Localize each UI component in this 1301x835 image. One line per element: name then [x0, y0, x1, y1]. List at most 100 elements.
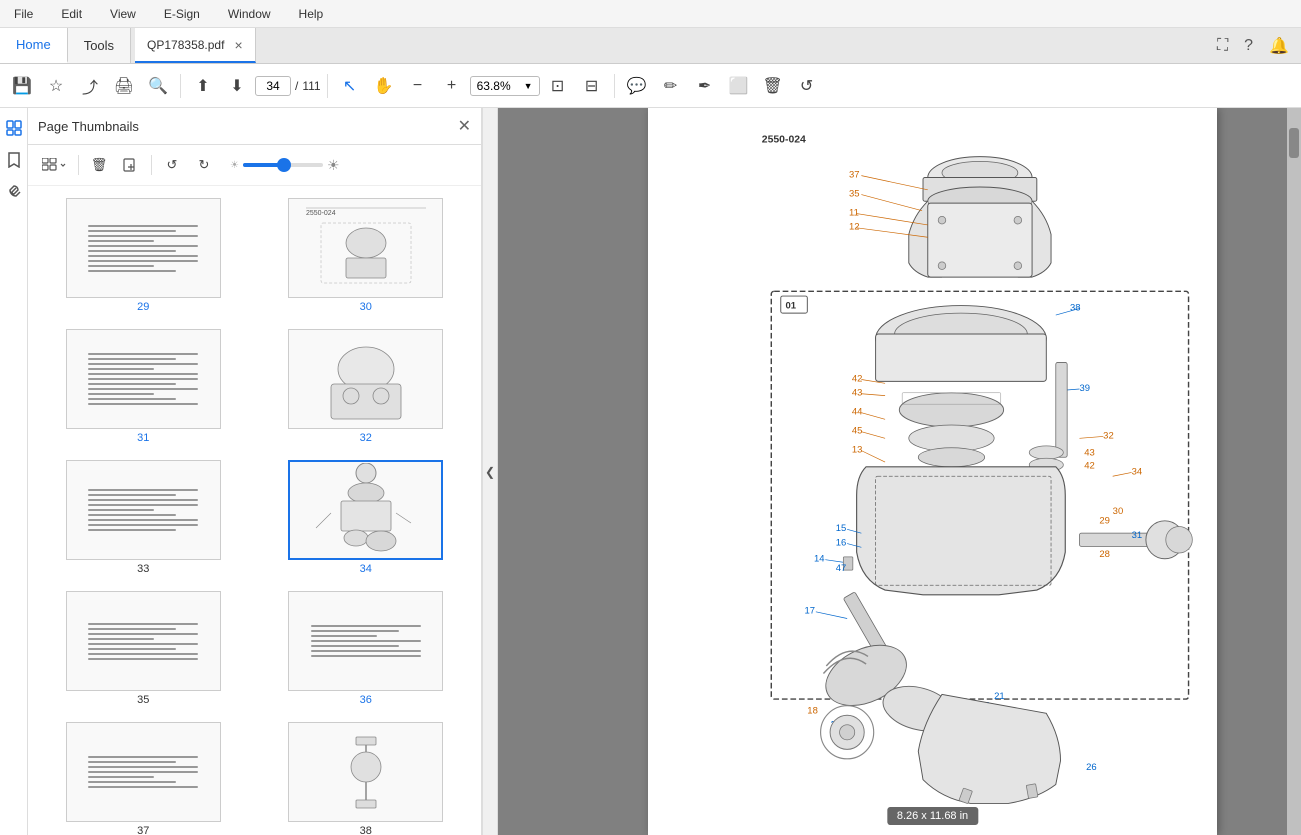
svg-text:2550-024: 2550-024	[306, 210, 336, 217]
save-button[interactable]: 💾	[6, 70, 38, 102]
fullscreen-icon[interactable]: ⛶	[1213, 33, 1232, 59]
thumb-label-32[interactable]: 32	[360, 432, 372, 444]
thumbnails-close-button[interactable]: ✕	[458, 116, 471, 136]
svg-text:39: 39	[1079, 383, 1090, 394]
menu-file[interactable]: File	[8, 5, 39, 23]
undo-button[interactable]: ↺	[791, 70, 823, 102]
select-tool-button[interactable]: ↖	[334, 70, 366, 102]
attachments-icon[interactable]	[2, 180, 26, 204]
stamp-button[interactable]: ⬜	[723, 70, 755, 102]
menu-esign[interactable]: E-Sign	[158, 5, 206, 23]
pan-tool-button[interactable]: ✋	[368, 70, 400, 102]
fit-page-button[interactable]: ⊡	[542, 70, 574, 102]
highlight-button[interactable]: ✏	[655, 70, 687, 102]
svg-text:16: 16	[836, 537, 847, 548]
panel-collapse-button[interactable]: ❮	[482, 108, 498, 835]
pdf-viewer[interactable]: 2550-024 3	[498, 108, 1301, 835]
thumbnail-37[interactable]: 37	[36, 718, 251, 835]
thumbnails-header: Page Thumbnails ✕	[28, 108, 481, 145]
help-icon[interactable]: ?	[1240, 33, 1257, 59]
menu-view[interactable]: View	[104, 5, 142, 23]
thumb-img-32	[288, 329, 443, 429]
thumbnail-29[interactable]: 29	[36, 194, 251, 317]
page-number-input[interactable]: 34	[255, 76, 291, 96]
thumb-label-34[interactable]: 34	[360, 563, 372, 575]
toolbar-separator-2	[327, 74, 328, 98]
thumb-extract-button[interactable]	[117, 151, 145, 179]
svg-text:12: 12	[849, 222, 860, 233]
zoom-dropdown-arrow: ▼	[524, 81, 533, 91]
pdf-page: 2550-024 3	[648, 108, 1217, 835]
thumb-grid-button[interactable]	[36, 151, 72, 179]
thumbnail-36[interactable]: 36	[259, 587, 474, 710]
menu-edit[interactable]: Edit	[55, 5, 88, 23]
share-button[interactable]: ⤴	[74, 70, 106, 102]
thumb-img-31	[66, 329, 221, 429]
next-page-button[interactable]: ⬇	[221, 70, 253, 102]
thumbnail-31[interactable]: 31	[36, 325, 251, 448]
thumb-label-29[interactable]: 29	[137, 301, 149, 313]
search-button[interactable]: 🔍	[142, 70, 174, 102]
thumbnails-panel: Page Thumbnails ✕ 🗑 ↺ ↻ ☀ ☀	[28, 108, 482, 835]
tab-file[interactable]: QP178358.pdf ×	[135, 28, 256, 63]
svg-text:30: 30	[1113, 506, 1124, 517]
svg-text:47: 47	[836, 563, 847, 574]
tab-tools[interactable]: Tools	[68, 28, 131, 63]
thumb-img-36	[288, 591, 443, 691]
thumb-img-37	[66, 722, 221, 822]
thumbnail-38[interactable]: 38	[259, 718, 474, 835]
prev-page-button[interactable]: ⬆	[187, 70, 219, 102]
thumbnail-30[interactable]: 2550-024 30	[259, 194, 474, 317]
svg-text:14: 14	[814, 554, 825, 565]
zoom-out-button[interactable]: −	[402, 70, 434, 102]
svg-text:37: 37	[849, 170, 860, 181]
comment-button[interactable]: 💬	[621, 70, 653, 102]
zoom-in-button[interactable]: +	[436, 70, 468, 102]
thumb-undo-button[interactable]: ↺	[158, 151, 186, 179]
svg-text:42: 42	[1084, 461, 1095, 472]
svg-text:45: 45	[852, 426, 863, 437]
svg-text:34: 34	[1132, 466, 1143, 477]
thumb-img-35	[66, 591, 221, 691]
svg-text:2550-024: 2550-024	[762, 134, 806, 145]
thumbnails-toolbar: 🗑 ↺ ↻ ☀ ☀	[28, 145, 481, 186]
th-sep-2	[151, 155, 152, 175]
thumb-delete-button[interactable]: 🗑	[85, 151, 113, 179]
svg-text:32: 32	[1103, 430, 1114, 441]
menu-window[interactable]: Window	[222, 5, 277, 23]
thumb-label-31[interactable]: 31	[137, 432, 149, 444]
pages-panel-icon[interactable]	[2, 116, 26, 140]
print-button[interactable]: 🖨	[108, 70, 140, 102]
diagram-svg: 2550-024 3	[648, 108, 1217, 835]
menu-help[interactable]: Help	[293, 5, 330, 23]
zoom-dropdown[interactable]: 63.8% ▼	[470, 76, 540, 96]
thumb-label-38[interactable]: 38	[360, 825, 372, 835]
tab-home[interactable]: Home	[0, 28, 68, 63]
thumbnail-33[interactable]: 33	[36, 456, 251, 579]
thumb-label-33[interactable]: 33	[137, 563, 149, 575]
thumbnail-35[interactable]: 35	[36, 587, 251, 710]
bell-icon[interactable]: 🔔	[1265, 32, 1293, 60]
thumb-img-34	[288, 460, 443, 560]
page-separator: /	[295, 79, 298, 93]
tab-bar: Home Tools QP178358.pdf × ⛶ ? 🔔	[0, 28, 1301, 64]
thumb-label-35[interactable]: 35	[137, 694, 149, 706]
thumb-label-30[interactable]: 30	[360, 301, 372, 313]
delete-button[interactable]: 🗑	[757, 70, 789, 102]
thumb-label-37[interactable]: 37	[137, 825, 149, 835]
svg-text:29: 29	[1099, 516, 1110, 527]
thumb-img-30: 2550-024	[288, 198, 443, 298]
sun-small-icon: ☀	[230, 160, 239, 171]
bookmarks-icon[interactable]	[2, 148, 26, 172]
brightness-thumb[interactable]	[277, 158, 291, 172]
thumbnail-34[interactable]: 34	[259, 456, 474, 579]
vertical-scrollbar[interactable]	[1287, 108, 1301, 835]
markup-button[interactable]: ✒	[689, 70, 721, 102]
svg-text:31: 31	[1132, 530, 1143, 541]
fit-width-button[interactable]: ⊟	[576, 70, 608, 102]
thumbnail-32[interactable]: 32	[259, 325, 474, 448]
bookmark-button[interactable]: ☆	[40, 70, 72, 102]
thumb-redo-button[interactable]: ↻	[190, 151, 218, 179]
thumb-label-36[interactable]: 36	[360, 694, 372, 706]
tab-close-button[interactable]: ×	[234, 37, 242, 53]
